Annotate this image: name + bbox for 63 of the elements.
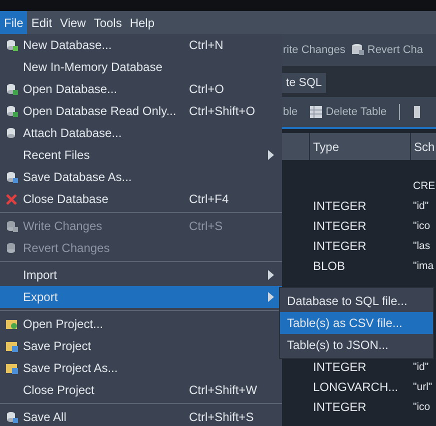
toolbar-button[interactable]: Revert Cha (351, 43, 424, 57)
printer-icon (412, 105, 420, 119)
table-cell: "ico (413, 401, 430, 413)
table-cell: BLOB (313, 259, 346, 273)
table-cell: CRE (413, 180, 436, 192)
column-header[interactable]: Type (310, 133, 411, 160)
menu-item[interactable]: Save All Ctrl+Shift+S (0, 406, 282, 426)
table-cell: INTEGER (313, 239, 366, 253)
table-cell: INTEGER (313, 219, 366, 233)
table-cell: "las (413, 240, 430, 252)
table-icon (310, 105, 324, 119)
table-cell: LONGVARCH... (313, 380, 398, 394)
toolbar-button[interactable]: ble (283, 106, 298, 118)
menu-item[interactable]: Table(s) to JSON... (280, 334, 433, 356)
database-icon (6, 39, 18, 51)
box-icon (6, 318, 18, 330)
table-cell: "id" (413, 200, 429, 212)
box-icon (6, 340, 18, 352)
database-icon (6, 411, 18, 423)
menu-item[interactable]: New In-Memory Database (0, 56, 282, 78)
table-cell: "ima (413, 260, 434, 272)
menu-item[interactable]: Close Project Ctrl+Shift+W (0, 379, 282, 401)
menu-item[interactable]: Database to SQL file... (280, 290, 433, 312)
database-icon (6, 171, 18, 183)
tab[interactable]: te SQL (282, 73, 326, 93)
box-icon (6, 362, 18, 374)
menu-item[interactable]: Export (0, 286, 282, 308)
menu-item[interactable]: Import (0, 264, 282, 286)
menu-item[interactable]: Open Project... (0, 313, 282, 335)
toolbar-button[interactable]: rite Changes (283, 44, 346, 56)
menu-title[interactable]: View (56, 11, 90, 34)
database-icon (6, 242, 18, 254)
database-icon (6, 127, 18, 139)
database-icon (351, 43, 366, 57)
menu-item[interactable]: Attach Database... (0, 122, 282, 144)
submenu-arrow-icon (268, 292, 274, 302)
menu-item[interactable]: Save Database As... (0, 166, 282, 188)
menu-item[interactable]: Save Project As... (0, 357, 282, 379)
menu-title[interactable]: File (0, 11, 28, 34)
toolbar-button[interactable]: Delete Table (310, 105, 387, 119)
table-cell: "ico (413, 220, 430, 232)
menu-item[interactable]: Save Project (0, 335, 282, 357)
table-cell: INTEGER (313, 400, 366, 414)
menu-item[interactable]: Close Database Ctrl+F4 (0, 188, 282, 210)
menu-item[interactable]: Table(s) as CSV file... (280, 312, 433, 334)
table-cell: INTEGER (313, 360, 366, 374)
database-icon (6, 105, 18, 117)
table-cell: "id" (413, 361, 429, 373)
menu-item[interactable]: Open Database Read Only... Ctrl+Shift+O (0, 100, 282, 122)
table-cell: INTEGER (313, 199, 366, 213)
menu-title[interactable]: Tools (90, 11, 126, 34)
menu-title[interactable]: Edit (27, 11, 56, 34)
submenu-arrow-icon (268, 270, 274, 280)
menu-item[interactable]: Recent Files (0, 144, 282, 166)
close-icon (6, 194, 17, 204)
database-icon (6, 83, 18, 95)
menu-item[interactable]: New Database... Ctrl+N (0, 34, 282, 56)
submenu-arrow-icon (268, 150, 274, 160)
table-cell: "url" (413, 381, 432, 393)
menu-title[interactable]: Help (126, 11, 159, 34)
database-icon (6, 220, 18, 232)
column-header[interactable]: Sch (411, 133, 436, 160)
menu-item[interactable]: Open Database... Ctrl+O (0, 78, 282, 100)
